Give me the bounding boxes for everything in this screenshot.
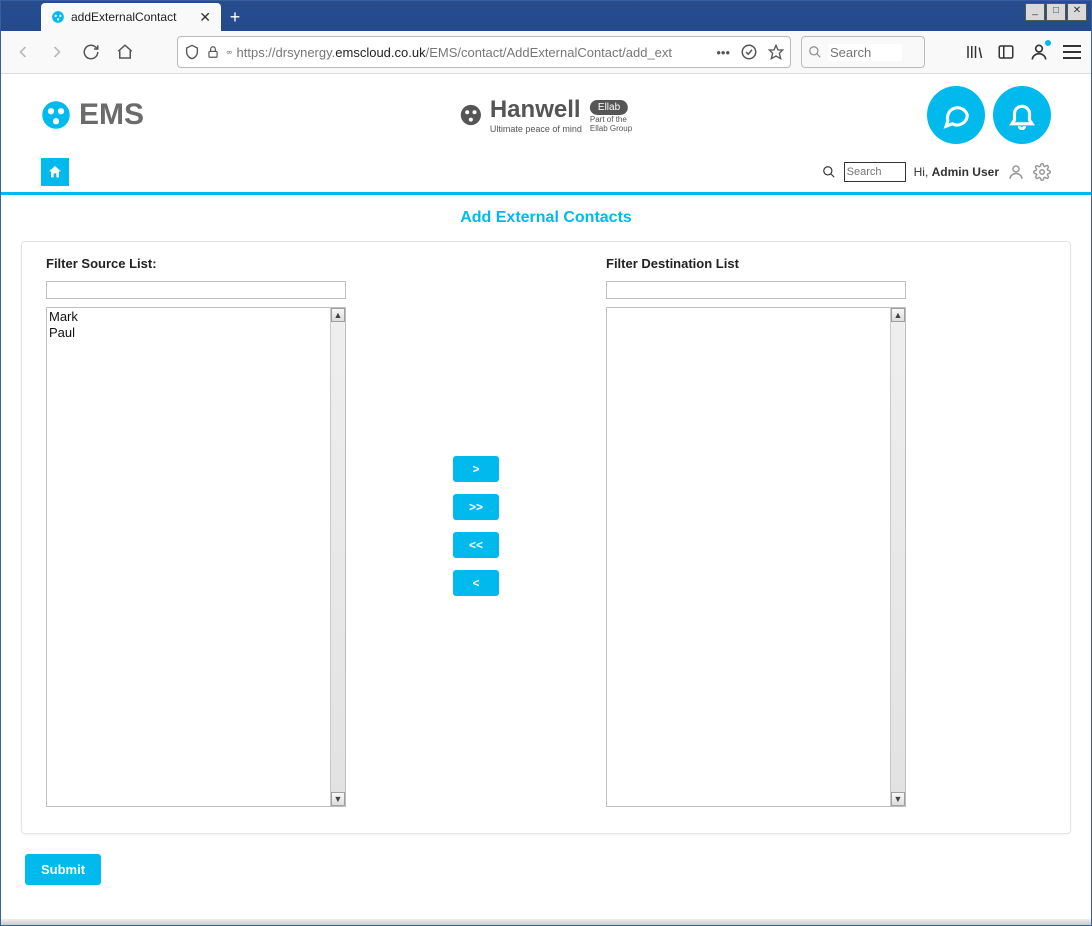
search-icon (808, 45, 822, 59)
hanwell-logo: Hanwell Ultimate peace of mind Ellab Par… (460, 96, 632, 134)
footer-shadow (1, 919, 1091, 925)
permissions-icon[interactable]: ◦◦ (226, 45, 231, 59)
window-close-button[interactable]: ✕ (1067, 3, 1087, 21)
app-search-input[interactable] (844, 162, 906, 182)
reader-icon[interactable] (740, 43, 758, 61)
browser-tab[interactable]: addExternalContact ✕ (41, 3, 221, 31)
sub-header: Hi, Admin User (1, 152, 1091, 192)
source-label: Filter Source List: (46, 256, 346, 271)
app-logo-text: EMS (79, 98, 144, 132)
alerts-button[interactable] (993, 86, 1051, 144)
scroll-down-icon[interactable]: ▼ (331, 792, 345, 806)
tab-title: addExternalContact (71, 10, 191, 24)
list-item[interactable]: Paul (49, 325, 330, 341)
submit-button[interactable]: Submit (25, 854, 101, 885)
ems-logo-icon (41, 100, 71, 130)
home-button[interactable] (41, 158, 69, 186)
scroll-up-icon[interactable]: ▲ (891, 308, 905, 322)
nav-reload-button[interactable] (79, 40, 103, 64)
user-icon[interactable] (1007, 163, 1025, 181)
ellab-badge: Ellab (590, 100, 628, 115)
dest-column: Filter Destination List ▲ ▼ (606, 256, 906, 807)
move-all-right-button[interactable]: >> (453, 494, 499, 520)
window-title-bar: addExternalContact ✕ + _ □ ✕ (1, 1, 1091, 31)
window-minimize-button[interactable]: _ (1025, 3, 1045, 21)
window-maximize-button[interactable]: □ (1046, 3, 1066, 21)
dest-filter-input[interactable] (606, 281, 906, 299)
contacts-panel: Filter Source List: MarkPaul ▲ ▼ > >> << (21, 241, 1071, 834)
scrollbar[interactable]: ▲ ▼ (890, 308, 905, 806)
url-bar[interactable]: ◦◦ https://drsynergy.emscloud.co.uk/EMS/… (177, 36, 791, 68)
scroll-down-icon[interactable]: ▼ (891, 792, 905, 806)
tab-close-icon[interactable]: ✕ (199, 9, 211, 26)
browser-toolbar: ◦◦ https://drsynergy.emscloud.co.uk/EMS/… (1, 31, 1091, 74)
page-title: Add External Contacts (1, 195, 1091, 241)
list-item[interactable]: Mark (49, 309, 330, 325)
ellab-subtext: Part of theEllab Group (590, 115, 632, 133)
settings-icon[interactable] (1033, 163, 1051, 181)
hanwell-icon (460, 104, 482, 126)
star-icon[interactable] (768, 44, 784, 60)
ellipsis-icon[interactable]: ••• (716, 45, 730, 60)
scrollbar[interactable]: ▲ ▼ (330, 308, 345, 806)
hanwell-text: Hanwell (490, 96, 581, 123)
scroll-up-icon[interactable]: ▲ (331, 308, 345, 322)
menu-button[interactable] (1063, 45, 1081, 59)
new-tab-button[interactable]: + (221, 3, 249, 31)
greeting: Hi, Admin User (914, 165, 999, 179)
account-icon[interactable] (1029, 42, 1049, 62)
move-left-button[interactable]: < (453, 570, 499, 596)
app-logo[interactable]: EMS (41, 98, 144, 132)
nav-forward-button[interactable] (45, 40, 69, 64)
lock-icon[interactable] (206, 45, 220, 59)
nav-home-button[interactable] (113, 40, 137, 64)
shield-icon[interactable] (184, 44, 200, 60)
browser-search-box[interactable] (801, 36, 925, 68)
browser-search-input[interactable] (828, 44, 902, 61)
app-header: EMS Hanwell Ultimate peace of mind Ellab… (1, 74, 1091, 152)
dest-label: Filter Destination List (606, 256, 906, 271)
move-all-left-button[interactable]: << (453, 532, 499, 558)
chat-button[interactable] (927, 86, 985, 144)
tab-favicon (51, 10, 65, 24)
move-right-button[interactable]: > (453, 456, 499, 482)
transfer-buttons: > >> << < (346, 256, 606, 596)
source-filter-input[interactable] (46, 281, 346, 299)
nav-back-button[interactable] (11, 40, 35, 64)
source-column: Filter Source List: MarkPaul ▲ ▼ (46, 256, 346, 807)
search-icon[interactable] (822, 165, 836, 179)
source-listbox[interactable]: MarkPaul (47, 308, 332, 806)
hanwell-tagline: Ultimate peace of mind (490, 124, 582, 134)
dest-listbox[interactable] (607, 308, 892, 806)
sidebar-icon[interactable] (997, 43, 1015, 61)
url-text: https://drsynergy.emscloud.co.uk/EMS/con… (237, 45, 711, 60)
library-icon[interactable] (965, 43, 983, 61)
